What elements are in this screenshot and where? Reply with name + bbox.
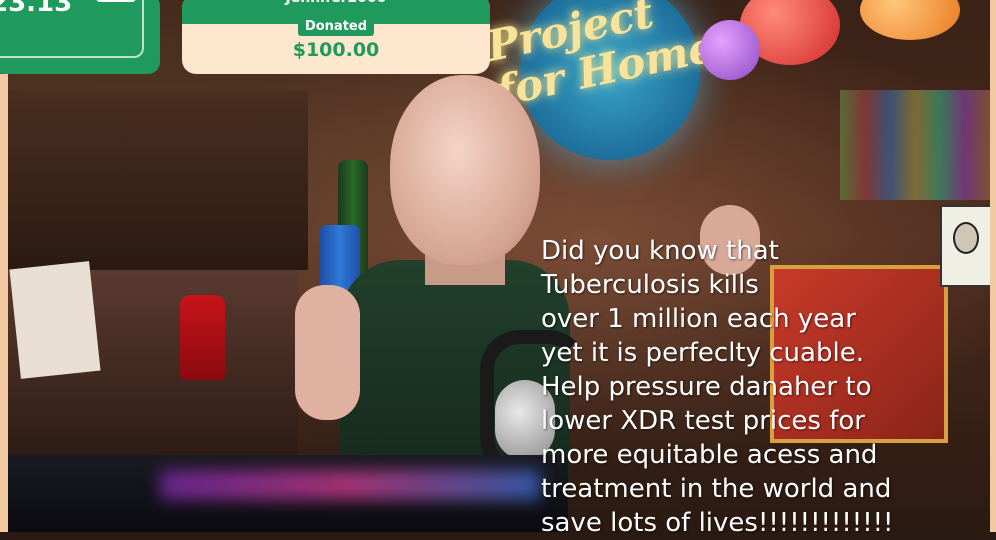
donation-alert-widget: Jennifer2000 Donated $100.00 bbox=[182, 0, 490, 74]
caption-line: over 1 million each year bbox=[541, 304, 856, 334]
caption-line: yet it is perfeclty cuable. bbox=[541, 338, 864, 368]
caption-line: Help pressure danaher to bbox=[541, 372, 872, 402]
background-shelf bbox=[8, 90, 308, 270]
overlay-frame-left bbox=[0, 74, 8, 532]
balloon bbox=[860, 0, 960, 40]
donor-name: Jennifer2000 bbox=[182, 0, 490, 8]
donation-total-widget: 23.13 bbox=[0, 0, 160, 74]
balloon bbox=[700, 20, 760, 80]
caption-line: Tuberculosis kills bbox=[541, 270, 759, 300]
caption-line: save lots of lives!!!!!!!!!!!!! bbox=[541, 508, 894, 538]
donation-total-amount: 23.13 bbox=[0, 0, 73, 18]
keyboard-rgb-glow bbox=[160, 470, 540, 500]
donated-amount: $100.00 bbox=[292, 39, 380, 61]
paper-note bbox=[9, 261, 101, 379]
caption-line: more equitable acess and bbox=[541, 440, 878, 470]
donation-box-icon bbox=[96, 0, 136, 2]
caption-line: lower XDR test prices for bbox=[541, 406, 865, 436]
bookshelf bbox=[840, 90, 990, 200]
streamer-head bbox=[390, 75, 540, 265]
caption-line: Did you know that bbox=[541, 236, 779, 266]
ketchup-bottle bbox=[180, 295, 225, 380]
donated-badge: Donated bbox=[298, 18, 374, 36]
caption-line: treatment in the world and bbox=[541, 474, 892, 504]
stream-caption: Did you know that Tuberculosis kills ove… bbox=[541, 234, 991, 540]
streamer-hand bbox=[295, 285, 360, 420]
